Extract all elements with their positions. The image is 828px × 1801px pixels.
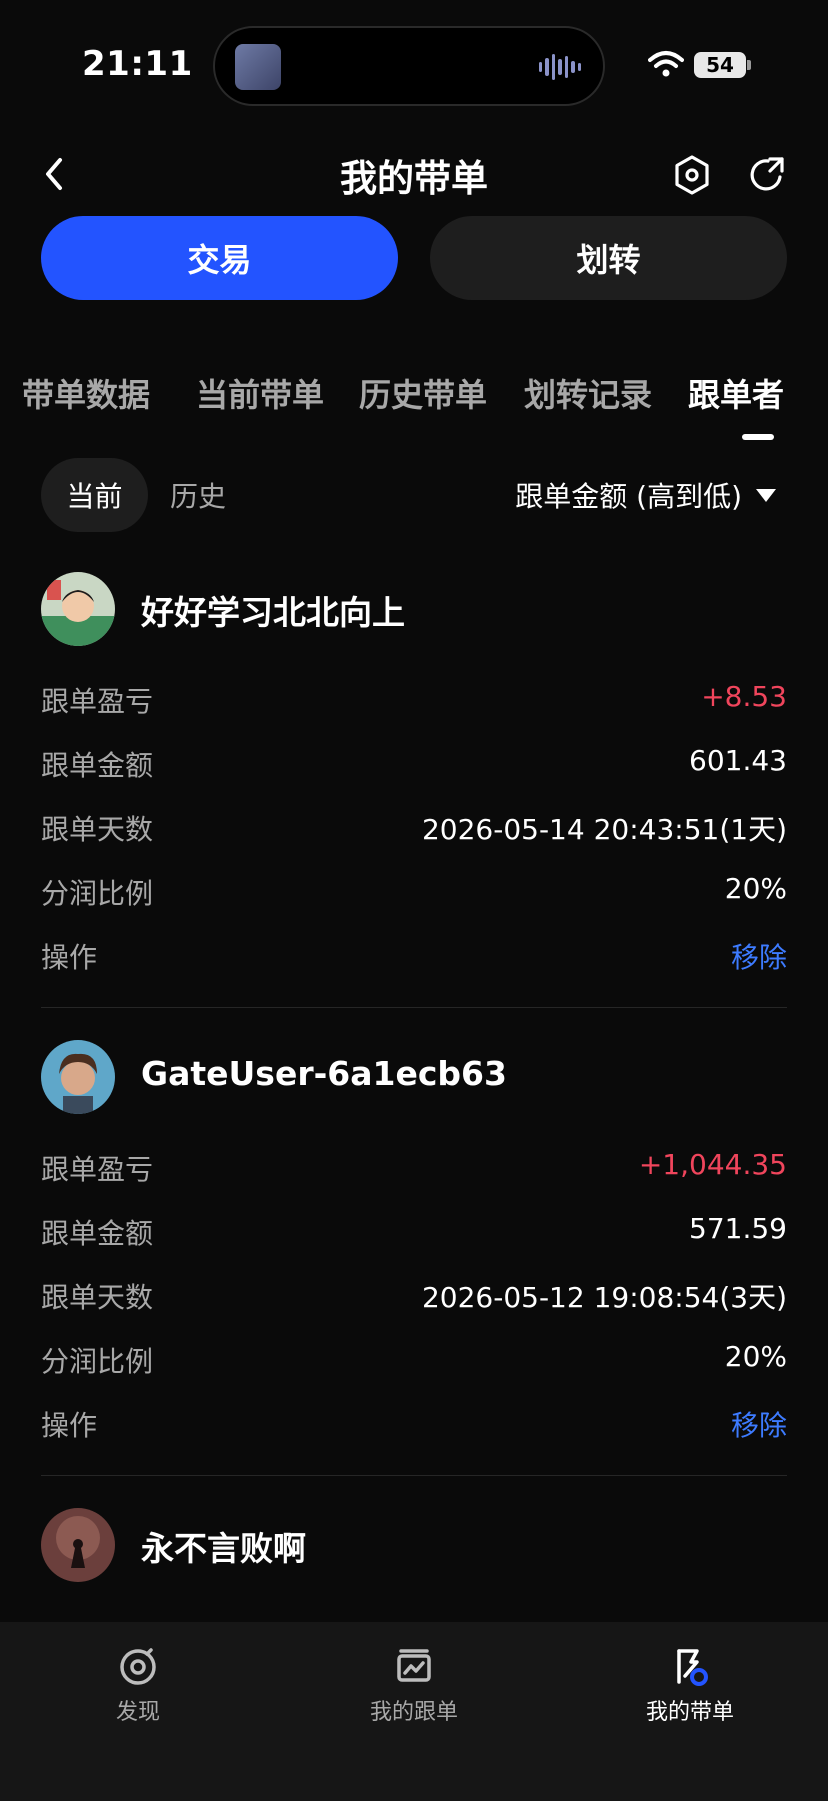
row-label-days: 跟单天数 [41,813,154,846]
row-value-days: 2026-05-12 19:08:54(3天) [421,1281,787,1314]
row-value-share-ratio: 20% [724,872,787,905]
nav-my-lead[interactable]: 我的带单 [620,1646,760,1726]
now-playing-artwork [235,44,281,90]
row-value-days: 2026-05-14 20:43:51(1天) [421,813,787,846]
row-value-pnl: +8.53 [701,680,787,713]
nav-discover[interactable]: 发现 [68,1646,208,1726]
bottom-nav: 发现 我的跟单 我的带单 [0,1622,828,1801]
row-value-amount: 601.43 [689,744,787,777]
battery-level: 54 [694,52,746,78]
divider [41,1007,787,1008]
avatar[interactable] [41,1040,115,1114]
remove-follower-button[interactable]: 移除 [731,936,787,976]
row-label-pnl: 跟单盈亏 [41,1153,154,1186]
tab-copy-data[interactable]: 带单数据 [22,370,150,416]
tab-history-copy[interactable]: 历史带单 [359,370,487,416]
caret-down-icon [756,488,776,502]
row-label-pnl: 跟单盈亏 [41,685,154,718]
battery-nub [747,60,751,70]
row-label-amount: 跟单金额 [41,1217,154,1250]
follower-name: GateUser-6a1ecb63 [141,1054,507,1093]
hexagon-settings-icon[interactable] [672,153,712,197]
dynamic-island[interactable] [213,26,605,106]
remove-follower-button[interactable]: 移除 [731,1404,787,1444]
discover-icon [120,1648,156,1685]
flag-badge-icon [677,1649,708,1686]
share-icon[interactable] [746,153,788,195]
filter-history-button[interactable]: 历史 [170,458,226,532]
row-value-share-ratio: 20% [724,1340,787,1373]
row-value-pnl: +1,044.35 [638,1148,787,1181]
filter-current-button[interactable]: 当前 [41,458,148,532]
nav-label: 我的跟单 [369,1700,458,1725]
nav-label: 发现 [115,1700,160,1725]
row-label-amount: 跟单金额 [41,749,154,782]
row-label-action: 操作 [41,941,98,974]
nav-label: 我的带单 [645,1700,734,1725]
sort-label: 跟单金额 (高到低) [515,480,742,513]
audio-wave-icon [539,52,581,82]
status-time: 21:11 [82,44,193,84]
row-value-amount: 571.59 [689,1212,787,1245]
chart-card-icon [397,1649,431,1682]
avatar[interactable] [41,572,115,646]
divider [41,1475,787,1476]
row-label-days: 跟单天数 [41,1281,154,1314]
tab-bar: 带单数据 当前带单 历史带单 划转记录 跟单者 [0,370,828,420]
wifi-icon [648,51,684,77]
transfer-button[interactable]: 划转 [430,216,787,300]
avatar[interactable] [41,1508,115,1582]
nav-my-copy[interactable]: 我的跟单 [344,1646,484,1726]
tab-current-copy[interactable]: 当前带单 [196,370,324,416]
active-tab-indicator [742,434,774,440]
trade-button[interactable]: 交易 [41,216,398,300]
follower-name: 永不言败啊 [141,1529,306,1568]
tab-followers[interactable]: 跟单者 [688,370,784,416]
follower-name: 好好学习北北向上 [141,593,405,632]
tab-transfer-records[interactable]: 划转记录 [524,370,652,416]
row-label-action: 操作 [41,1409,98,1442]
row-label-share-ratio: 分润比例 [41,877,154,910]
sort-dropdown[interactable]: 跟单金额 (高到低) [515,458,776,532]
row-label-share-ratio: 分润比例 [41,1345,154,1378]
